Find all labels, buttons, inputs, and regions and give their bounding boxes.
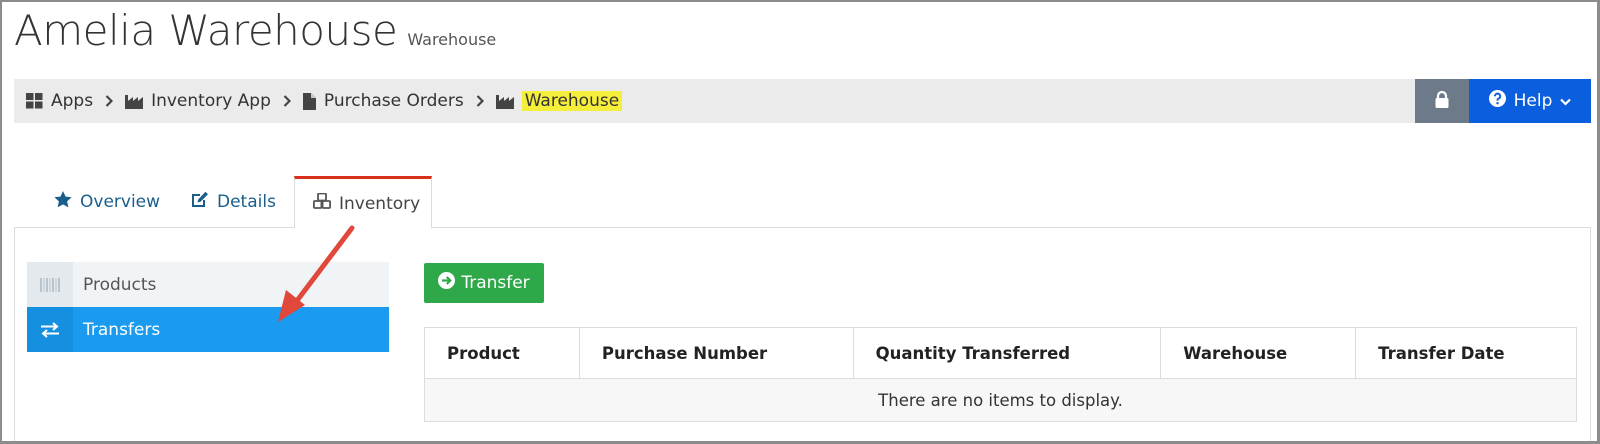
tab-inventory[interactable]: Inventory <box>294 176 432 229</box>
sidenav-item-products[interactable]: Products <box>27 262 389 307</box>
breadcrumb-label: Apps <box>51 91 94 111</box>
grid-icon <box>26 93 43 109</box>
inventory-sidenav: Products Transfers <box>27 262 389 352</box>
breadcrumb-item-inventory-app[interactable]: Inventory App <box>125 91 271 111</box>
empty-row: There are no items to display. <box>424 378 1577 422</box>
tab-label: Details <box>217 192 276 212</box>
factory-icon <box>125 93 144 109</box>
tab-label: Inventory <box>339 193 421 214</box>
transfer-label: Transfer <box>461 273 530 293</box>
chevron-down-icon <box>1560 91 1572 111</box>
help-label: Help <box>1513 91 1553 111</box>
breadcrumb-label: Inventory App <box>151 91 271 111</box>
breadcrumb-bar: Apps Inventory App Purchase Orders Wareh… <box>14 79 1591 123</box>
page-subtitle: Warehouse <box>407 30 497 49</box>
page-header: Amelia Warehouse Warehouse <box>14 6 496 55</box>
breadcrumb: Apps Inventory App Purchase Orders Wareh… <box>14 79 623 123</box>
breadcrumb-label: Warehouse <box>521 91 623 111</box>
sidenav-label: Products <box>83 274 157 295</box>
lock-button[interactable] <box>1415 79 1469 123</box>
sidenav-item-transfers[interactable]: Transfers <box>27 307 389 352</box>
breadcrumb-item-purchase-orders[interactable]: Purchase Orders <box>302 91 464 111</box>
factory-icon <box>495 93 514 109</box>
exchange-icon <box>27 307 73 352</box>
column-header-warehouse[interactable]: Warehouse <box>1160 327 1357 379</box>
barcode-icon <box>27 262 73 307</box>
star-icon <box>54 191 72 213</box>
chevron-right-icon <box>283 95 291 107</box>
tab-details[interactable]: Details <box>171 176 296 228</box>
column-header-purchase-number[interactable]: Purchase Number <box>578 327 854 379</box>
document-icon <box>302 92 316 110</box>
column-header-product[interactable]: Product <box>424 327 580 379</box>
column-header-quantity-transferred[interactable]: Quantity Transferred <box>852 327 1162 379</box>
lock-icon <box>1435 90 1449 112</box>
breadcrumb-item-apps[interactable]: Apps <box>26 91 93 111</box>
help-button[interactable]: Help <box>1469 79 1591 123</box>
table-header-row: Product Purchase Number Quantity Transfe… <box>424 327 1577 379</box>
cubes-icon <box>312 192 332 214</box>
chevron-right-icon <box>105 95 114 107</box>
question-circle-icon <box>1488 90 1506 112</box>
breadcrumb-item-warehouse[interactable]: Warehouse <box>495 91 623 111</box>
transfers-table: Product Purchase Number Quantity Transfe… <box>424 327 1577 422</box>
tab-label: Overview <box>80 192 161 212</box>
breadcrumb-label: Purchase Orders <box>323 91 464 111</box>
tab-bar: Overview Details Inventory <box>14 176 1591 229</box>
empty-message: There are no items to display. <box>424 378 1577 422</box>
column-header-transfer-date[interactable]: Transfer Date <box>1355 327 1577 379</box>
tab-overview[interactable]: Overview <box>34 176 180 228</box>
sidenav-label: Transfers <box>83 319 161 340</box>
page-title: Amelia Warehouse <box>14 6 398 55</box>
arrow-circle-right-icon <box>438 272 456 294</box>
transfer-button[interactable]: Transfer <box>424 263 544 303</box>
chevron-right-icon <box>476 95 484 107</box>
edit-icon <box>191 191 209 213</box>
